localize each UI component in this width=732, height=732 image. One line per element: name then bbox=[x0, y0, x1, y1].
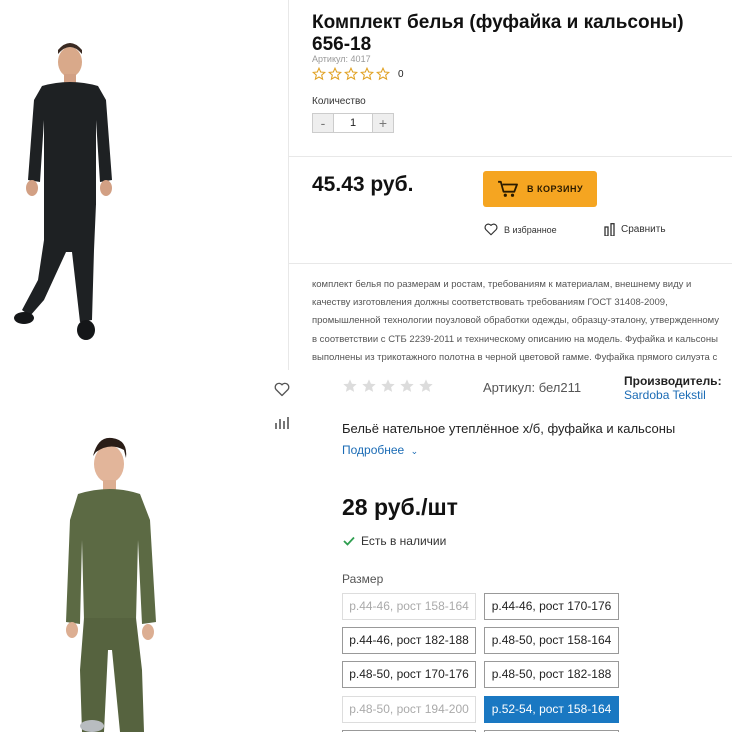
size-label: Размер bbox=[342, 572, 384, 586]
size-option[interactable]: р.48-50, рост 158-164 bbox=[484, 627, 619, 654]
size-option[interactable]: р.44-46, рост 158-164 bbox=[342, 593, 476, 620]
quantity-decrease-button[interactable]: - bbox=[313, 114, 333, 132]
compare-icon[interactable] bbox=[274, 416, 290, 430]
compare-label: Сравнить bbox=[621, 224, 666, 235]
product-title: Комплект белья (фуфайка и кальсоны) 656-… bbox=[312, 12, 684, 55]
compare-link[interactable]: Сравнить bbox=[604, 223, 666, 236]
manufacturer-link[interactable]: Sardoba Tekstil bbox=[624, 388, 706, 402]
star-outline-icon[interactable] bbox=[376, 67, 390, 81]
add-to-cart-label: В КОРЗИНУ bbox=[526, 184, 584, 194]
size-option[interactable]: р.44-46, рост 170-176 bbox=[484, 593, 619, 620]
chevron-down-icon: ⌄ bbox=[410, 446, 419, 456]
size-option[interactable]: р.48-50, рост 182-188 bbox=[484, 661, 619, 688]
star-icon[interactable] bbox=[361, 378, 377, 394]
product-sku: Артикул: 4017 bbox=[312, 54, 371, 64]
star-icon[interactable] bbox=[342, 378, 358, 394]
star-outline-icon[interactable] bbox=[312, 67, 326, 81]
more-details-link[interactable]: Подробнее ⌄ bbox=[342, 443, 418, 457]
product-sku: Артикул: бел211 bbox=[483, 380, 582, 395]
rating-count: 0 bbox=[398, 68, 404, 80]
add-to-favorites-link[interactable]: В избранное bbox=[484, 223, 557, 236]
star-outline-icon[interactable] bbox=[344, 67, 358, 81]
size-option[interactable]: р.48-50, рост 194-200 bbox=[342, 696, 476, 723]
size-option[interactable]: р.52-54, рост 158-164 bbox=[484, 696, 619, 723]
rating-stars[interactable] bbox=[342, 378, 434, 394]
divider bbox=[289, 263, 732, 264]
compare-icon bbox=[604, 223, 615, 236]
quantity-input[interactable]: 1 bbox=[333, 114, 373, 132]
quantity-stepper: - 1 + bbox=[312, 113, 394, 133]
product-price: 45.43 руб. bbox=[312, 173, 414, 196]
star-icon[interactable] bbox=[380, 378, 396, 394]
favorites-label: В избранное bbox=[504, 224, 557, 235]
size-option[interactable]: р.44-46, рост 182-188 bbox=[342, 627, 476, 654]
more-details-label: Подробнее bbox=[342, 443, 405, 457]
divider bbox=[289, 156, 732, 157]
star-outline-icon[interactable] bbox=[328, 67, 342, 81]
product-photo-black-thermal-set[interactable] bbox=[0, 0, 288, 370]
cart-icon bbox=[498, 180, 518, 197]
add-to-cart-button[interactable]: В КОРЗИНУ bbox=[483, 171, 597, 207]
star-icon[interactable] bbox=[418, 378, 434, 394]
checkmark-icon bbox=[343, 536, 355, 546]
product-photo-khaki-thermal-set[interactable] bbox=[0, 370, 300, 732]
product-card-khaki-set: Артикул: бел211 Производитель: Sardoba T… bbox=[0, 370, 732, 732]
stock-status: Есть в наличии bbox=[343, 534, 446, 548]
product-short-description: Бельё нательное утеплённое х/б, фуфайка … bbox=[342, 421, 676, 436]
star-outline-icon[interactable] bbox=[360, 67, 374, 81]
star-icon[interactable] bbox=[399, 378, 415, 394]
manufacturer-label: Производитель: bbox=[624, 374, 722, 388]
product-card-black-set: Комплект белья (фуфайка и кальсоны) 656-… bbox=[0, 0, 732, 370]
column-divider bbox=[288, 0, 289, 370]
quantity-increase-button[interactable]: + bbox=[373, 114, 393, 132]
heart-icon[interactable] bbox=[274, 382, 290, 397]
rating-stars[interactable]: 0 bbox=[312, 67, 404, 81]
product-price: 28 руб./шт bbox=[342, 494, 458, 520]
heart-icon bbox=[484, 223, 498, 236]
quantity-label: Количество bbox=[312, 96, 366, 107]
stock-status-label: Есть в наличии bbox=[361, 534, 447, 548]
size-option[interactable]: р.48-50, рост 170-176 bbox=[342, 661, 476, 688]
product-description: комплект белья по размерам и ростам, тре… bbox=[312, 279, 720, 363]
